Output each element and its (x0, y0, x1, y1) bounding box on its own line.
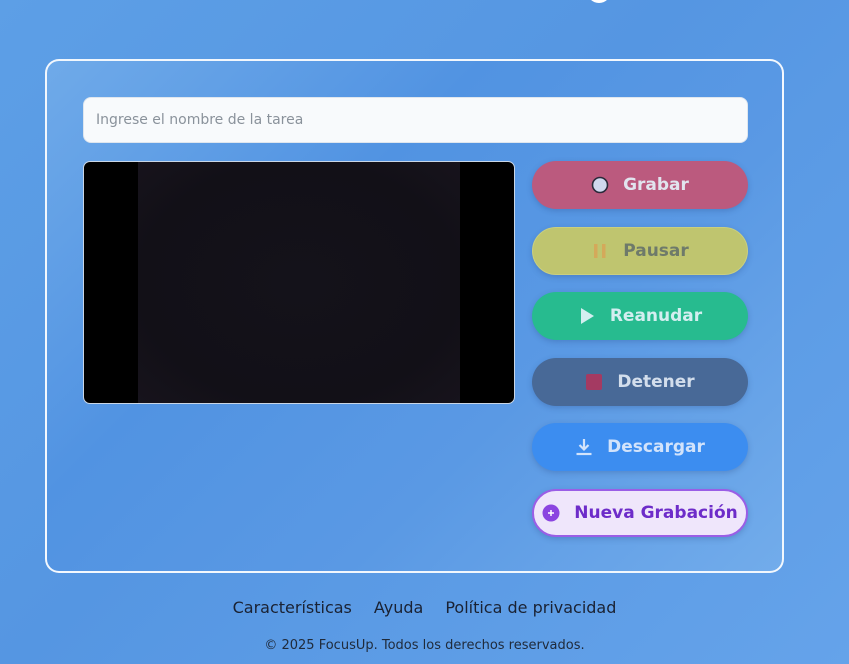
logo-fragment (587, 0, 611, 3)
record-circle-icon (591, 176, 609, 194)
recorder-card: Grabar Pausar Reanudar Detener Descargar (45, 59, 784, 573)
footer-nav: Características Ayuda Política de privac… (0, 598, 849, 617)
footer-link-features[interactable]: Características (233, 598, 352, 617)
resume-button[interactable]: Reanudar (532, 292, 748, 340)
stop-square-icon (585, 373, 603, 391)
resume-button-label: Reanudar (609, 306, 703, 326)
new-recording-button[interactable]: Nueva Grabación (532, 489, 748, 537)
record-button-label: Grabar (623, 175, 689, 195)
pause-button-label: Pausar (623, 241, 689, 261)
stop-button[interactable]: Detener (532, 358, 748, 406)
download-button-label: Descargar (607, 437, 705, 457)
video-frame (138, 162, 460, 403)
task-name-input[interactable] (83, 97, 748, 143)
plus-circle-icon (542, 504, 560, 522)
copyright-text: © 2025 FocusUp. Todos los derechos reser… (264, 638, 585, 653)
record-button[interactable]: Grabar (532, 161, 748, 209)
footer-link-privacy[interactable]: Política de privacidad (445, 598, 616, 617)
footer-link-help[interactable]: Ayuda (374, 598, 423, 617)
download-icon (575, 438, 593, 456)
new-recording-button-label: Nueva Grabación (574, 503, 738, 523)
stop-button-label: Detener (617, 372, 695, 392)
video-preview (83, 161, 515, 404)
play-icon (578, 307, 596, 325)
pause-button[interactable]: Pausar (532, 227, 748, 275)
pause-icon (591, 242, 609, 260)
download-button[interactable]: Descargar (532, 423, 748, 471)
